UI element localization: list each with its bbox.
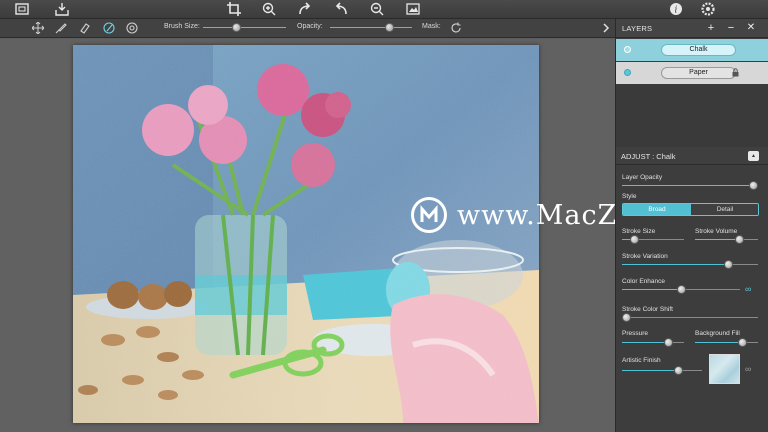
brush-size-label: Brush Size: xyxy=(164,23,200,30)
stroke-variation-label: Stroke Variation xyxy=(622,253,668,260)
pressure-slider[interactable] xyxy=(622,338,684,347)
adjust-title: ADJUST : Chalk xyxy=(621,152,676,161)
color-enhance-slider[interactable] xyxy=(622,285,740,294)
stroke-color-shift-label: Stroke Color Shift xyxy=(622,306,673,313)
preset-tag-icon[interactable]: ▲ xyxy=(748,151,759,161)
close-panel-icon[interactable]: ✕ xyxy=(745,21,757,35)
eraser-tool-icon[interactable] xyxy=(77,20,93,36)
brush-size-knob[interactable] xyxy=(231,23,241,32)
style-option-broad[interactable]: Broad xyxy=(623,204,691,215)
stroke-size-label: Stroke Size xyxy=(622,228,656,235)
layer-visibility-icon[interactable] xyxy=(624,46,631,53)
opacity-knob[interactable] xyxy=(384,23,394,32)
link-icon[interactable]: ∞ xyxy=(745,284,751,294)
slider-knob[interactable] xyxy=(737,338,747,347)
stroke-volume-label: Stroke Volume xyxy=(695,228,738,235)
background-fill-slider[interactable] xyxy=(695,338,758,347)
zoom-out-icon[interactable] xyxy=(368,1,386,18)
opacity-slider[interactable] xyxy=(330,23,412,33)
brush-size-slider[interactable] xyxy=(203,23,286,33)
settings-icon[interactable] xyxy=(699,1,717,18)
zoom-in-icon[interactable] xyxy=(260,1,278,18)
lock-icon xyxy=(732,68,739,79)
main-toolbar: i xyxy=(0,0,768,19)
layers-title: LAYERS xyxy=(622,24,653,33)
slider-knob[interactable] xyxy=(676,285,686,294)
add-layer-icon[interactable]: + xyxy=(705,21,717,35)
mask-tool-icon[interactable] xyxy=(124,20,140,36)
fit-to-screen-icon[interactable] xyxy=(13,1,31,18)
style-option-detail[interactable]: Detail xyxy=(691,204,758,215)
save-icon[interactable] xyxy=(53,1,71,18)
stroke-size-slider[interactable] xyxy=(622,235,684,244)
artistic-finish-slider[interactable] xyxy=(622,366,702,375)
slider-knob[interactable] xyxy=(734,235,744,244)
slider-knob[interactable] xyxy=(664,338,673,347)
link-icon[interactable]: ∞ xyxy=(745,364,751,374)
stroke-variation-slider[interactable] xyxy=(622,260,758,269)
artistic-finish-label: Artistic Finish xyxy=(622,357,661,364)
layer-opacity-slider[interactable] xyxy=(622,181,758,190)
mask-refresh-icon[interactable] xyxy=(448,20,464,36)
layer-opacity-label: Layer Opacity xyxy=(622,174,663,181)
layer-name[interactable]: Chalk xyxy=(661,44,736,56)
smudge-tool-icon[interactable] xyxy=(101,20,117,36)
brush-tool-icon[interactable] xyxy=(53,20,69,36)
pressure-label: Pressure xyxy=(622,330,649,337)
opacity-label: Opacity: xyxy=(297,23,323,30)
collapse-panel-icon[interactable] xyxy=(598,20,614,36)
layers-header: LAYERS + − ✕ xyxy=(616,19,768,38)
layer-visibility-icon[interactable] xyxy=(624,69,631,76)
move-tool-icon[interactable] xyxy=(30,20,46,36)
tool-options-bar: Brush Size: Opacity: Mask: xyxy=(0,19,615,38)
style-segmented-control: Broad Detail xyxy=(622,203,759,216)
artwork-canvas[interactable] xyxy=(73,45,539,423)
watermark-logo xyxy=(411,197,447,233)
undo-icon[interactable] xyxy=(296,1,314,18)
image-icon[interactable] xyxy=(404,1,422,18)
redo-icon[interactable] xyxy=(332,1,350,18)
crop-icon[interactable] xyxy=(225,1,243,18)
slider-knob[interactable] xyxy=(673,366,683,375)
style-label: Style xyxy=(622,193,637,200)
slider-knob[interactable] xyxy=(622,313,631,322)
remove-layer-icon[interactable]: − xyxy=(725,21,737,35)
svg-text:i: i xyxy=(675,6,678,16)
layer-row-chalk[interactable]: Chalk xyxy=(616,39,768,61)
layer-name[interactable]: Paper xyxy=(661,67,736,79)
app-window: i Brush Size: Opacity: Mask: www.MacZ.co… xyxy=(0,0,768,432)
layer-row-paper[interactable]: Paper xyxy=(616,62,768,84)
stroke-color-shift-slider[interactable] xyxy=(622,313,758,322)
mask-label: Mask: xyxy=(422,23,441,30)
stroke-volume-slider[interactable] xyxy=(695,235,758,244)
slider-knob[interactable] xyxy=(749,181,758,190)
slider-knob[interactable] xyxy=(629,235,639,244)
background-fill-label: Background Fill xyxy=(695,330,740,337)
info-icon[interactable]: i xyxy=(667,1,685,18)
artistic-finish-texture-swatch[interactable] xyxy=(709,354,740,384)
color-enhance-label: Color Enhance xyxy=(622,278,665,285)
adjust-header: ADJUST : Chalk ▲ xyxy=(616,147,768,165)
slider-knob[interactable] xyxy=(723,260,733,269)
